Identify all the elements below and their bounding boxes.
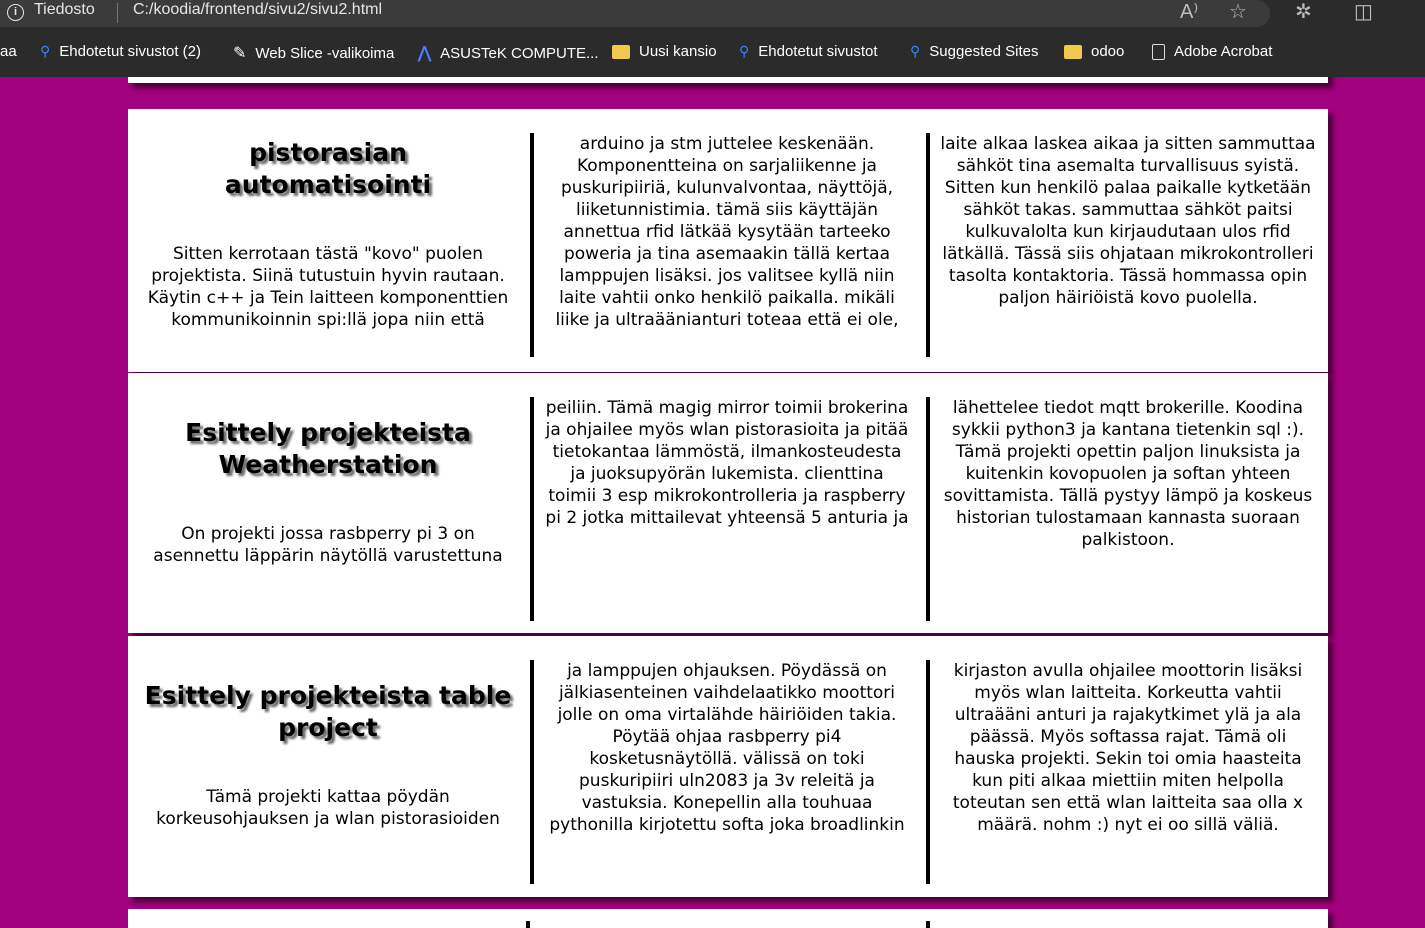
bookmark-web-slice[interactable]: ✎ Web Slice -valikoima (233, 43, 394, 63)
page-content: pistorasian automatisointi Sitten kerrot… (0, 77, 1425, 928)
project-description: Sitten kerrotaan tästä "kovo" puolen pro… (147, 244, 509, 330)
search-icon: ⚲ (910, 43, 921, 59)
web-slice-icon: ✎ (233, 45, 247, 62)
bookmark-label: Suggested Sites (929, 43, 1039, 60)
column-divider (926, 921, 930, 928)
project-text-column: lähettelee tiedot mqtt brokerille. Koodi… (926, 397, 1316, 621)
folder-icon (612, 44, 630, 59)
url-text[interactable]: C:/koodia/frontend/sivu2/sivu2.html (133, 1, 382, 19)
bookmark-odoo[interactable]: odoo (1064, 43, 1124, 60)
project-intro-column: Esittely projekteista Weatherstation On … (143, 397, 513, 567)
bookmarks-bar: aa ⚲ Ehdotetut sivustot (2) ✎ Web Slice … (0, 27, 1425, 77)
bookmark-asustek[interactable]: ⋀ ASUSTeK COMPUTE... (418, 43, 599, 63)
bookmark-label: Uusi kansio (639, 43, 717, 60)
project-title: Esittely projekteista Weatherstation (185, 418, 471, 479)
project-description: On projekti jossa rasbperry pi 3 on asen… (153, 524, 503, 566)
bookmark-uusi-kansio[interactable]: Uusi kansio (612, 43, 717, 60)
next-section-card (128, 909, 1328, 928)
bookmark-label: odoo (1091, 43, 1125, 60)
bookmark-label: Ehdotetut sivustot (758, 43, 878, 60)
column-divider (526, 921, 530, 928)
project-description: Tämä projekti kattaa pöydän korkeusohjau… (156, 787, 500, 829)
project-intro-column: pistorasian automatisointi Sitten kerrot… (143, 133, 513, 331)
site-info-label[interactable]: Tiedosto (34, 1, 95, 19)
project-text-column: ja lamppujen ohjauksen. Pöydässä on jälk… (530, 660, 910, 884)
project-title: pistorasian automatisointi (224, 138, 432, 199)
folder-icon (1064, 44, 1082, 59)
project-title: Esittely projekteista table project (144, 681, 512, 742)
project-intro-column: Esittely projekteista table project Tämä… (143, 660, 513, 830)
split-screen-icon[interactable]: ◫ (1354, 0, 1373, 24)
read-aloud-icon[interactable]: A⁾ (1180, 0, 1198, 24)
project-text-column: laite alkaa laskea aikaa ja sitten sammu… (926, 133, 1316, 357)
search-icon: ⚲ (739, 43, 750, 59)
address-bar: i Tiedosto C:/koodia/frontend/sivu2/sivu… (0, 0, 1425, 27)
project-card: Esittely projekteista table project Tämä… (128, 636, 1328, 897)
document-icon (1152, 43, 1165, 60)
project-text-column: peiliin. Tämä magig mirror toimii broker… (530, 397, 910, 621)
previous-section-card (128, 77, 1328, 83)
bookmark-label: Web Slice -valikoima (255, 44, 395, 62)
bookmark-ehdotetut-sivustot[interactable]: ⚲ Ehdotetut sivustot (739, 43, 878, 60)
bookmark-label: Ehdotetut sivustot (2) (59, 43, 202, 60)
asus-icon: ⋀ (418, 45, 432, 62)
bookmark-aa[interactable]: aa (0, 43, 17, 60)
bookmark-suggested-sites[interactable]: ⚲ Suggested Sites (910, 43, 1039, 60)
favorite-star-icon[interactable]: ☆ (1229, 0, 1247, 24)
bookmark-label: Adobe Acrobat (1174, 43, 1273, 60)
bookmark-label: aa (0, 43, 17, 60)
search-icon: ⚲ (40, 43, 51, 59)
address-field[interactable]: i Tiedosto C:/koodia/frontend/sivu2/sivu… (0, 0, 1270, 27)
project-text-column: kirjaston avulla ohjailee moottorin lisä… (926, 660, 1316, 884)
info-icon[interactable]: i (7, 4, 24, 21)
extensions-icon[interactable]: ✲ (1295, 0, 1312, 24)
bookmark-adobe-acrobat[interactable]: Adobe Acrobat (1152, 43, 1272, 60)
address-divider (117, 3, 118, 23)
bookmark-ehdotetut-sivustot-2[interactable]: ⚲ Ehdotetut sivustot (2) (40, 43, 201, 60)
project-card: Esittely projekteista Weatherstation On … (128, 373, 1328, 633)
project-text-column: arduino ja stm juttelee keskenään. Kompo… (530, 133, 910, 357)
project-card: pistorasian automatisointi Sitten kerrot… (128, 109, 1328, 372)
bookmark-label: ASUSTeK COMPUTE... (440, 44, 599, 62)
